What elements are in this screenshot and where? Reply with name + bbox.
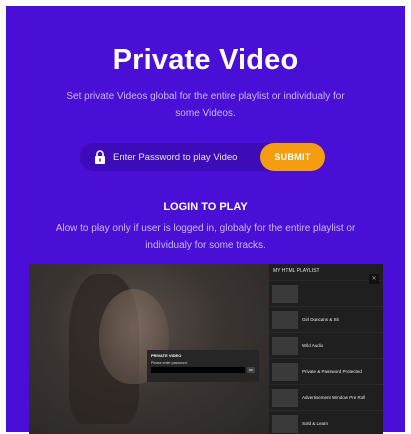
dialog-password-input[interactable] <box>151 367 246 373</box>
login-title: LOGIN TO PLAY <box>163 201 248 213</box>
playlist-thumbnail <box>272 388 298 407</box>
playlist-item[interactable]: Advertisement Window Pre Roll <box>269 384 383 410</box>
playlist-item[interactable]: Wild Audio <box>269 332 383 358</box>
playlist-thumbnail <box>272 284 298 303</box>
submit-button[interactable]: SUBMIT <box>260 143 325 171</box>
dialog-label: Please enter password: <box>151 361 188 365</box>
close-icon[interactable]: ✕ <box>369 274 379 284</box>
page-subtitle: Set private Videos global for the entire… <box>66 91 345 119</box>
lock-icon <box>95 150 105 164</box>
playlist-item-title: Private & Password Protected <box>302 368 362 374</box>
video-frame[interactable]: PRIVATE VIDEO Please enter password: OK <box>29 264 269 434</box>
dialog-title: PRIVATE VIDEO <box>151 353 182 358</box>
playlist-panel: MY HTML PLAYLIST ✕ Girl Duncans & Sit Wi… <box>269 264 383 434</box>
page-title: Private Video <box>112 44 299 76</box>
login-description: Alow to play only if user is logged in, … <box>55 223 356 251</box>
playlist-item[interactable]: Girl Duncans & Sit <box>269 306 383 332</box>
playlist-thumbnail <box>272 414 298 433</box>
password-input[interactable] <box>113 150 253 164</box>
playlist-item-title: Sold & Learn <box>302 420 329 426</box>
playlist-title: MY HTML PLAYLIST <box>273 268 320 274</box>
playlist-item[interactable]: Sold & Learn <box>269 410 383 434</box>
playlist-item-title: Advertisement Window Pre Roll <box>302 394 366 400</box>
playlist-thumbnail <box>272 310 298 329</box>
playlist-item-title: Girl Duncans & Sit <box>302 316 339 322</box>
playlist-item[interactable]: Private & Password Protected <box>269 358 383 384</box>
playlist-thumbnail <box>272 362 298 381</box>
playlist-thumbnail <box>272 336 298 355</box>
dialog-ok-button[interactable]: OK <box>247 367 255 373</box>
playlist-header: MY HTML PLAYLIST ✕ <box>269 264 383 284</box>
playlist-item-title: Wild Audio <box>302 342 324 348</box>
password-dialog: PRIVATE VIDEO Please enter password: OK <box>147 350 259 382</box>
playlist-item[interactable] <box>269 280 383 306</box>
video-player[interactable]: PRIVATE VIDEO Please enter password: OK … <box>29 264 383 434</box>
